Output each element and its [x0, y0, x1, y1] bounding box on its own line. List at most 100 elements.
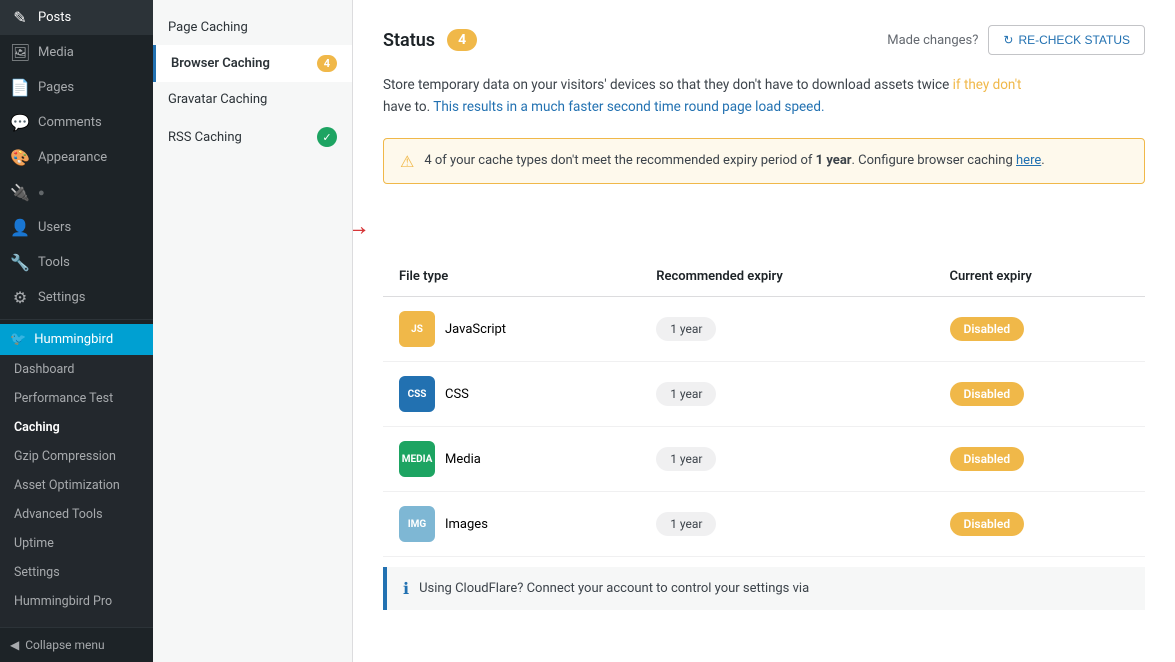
- col-rec-expiry: Recommended expiry: [640, 257, 933, 297]
- hb-menu-item-caching[interactable]: Caching: [0, 413, 153, 442]
- sidebar-item-label: Posts: [38, 10, 71, 25]
- current-expiry-cell-js: Disabled: [934, 297, 1146, 362]
- file-type-cell-js: JS JavaScript: [383, 297, 640, 362]
- red-arrow: →: [353, 209, 371, 242]
- hb-menu-item-gzip[interactable]: Gzip Compression: [0, 442, 153, 471]
- description-text: Store temporary data on your visitors' d…: [383, 75, 1145, 118]
- sidebar-item-label: Media: [38, 45, 74, 60]
- rec-expiry-cell-media: 1 year: [640, 427, 933, 492]
- sidebar-item-plugins[interactable]: 🔌 ●: [0, 175, 153, 210]
- comments-icon: 💬: [10, 113, 30, 132]
- made-changes-text: Made changes?: [887, 33, 978, 48]
- sub-nav-browser-caching[interactable]: Browser Caching 4: [153, 45, 352, 82]
- tools-icon: 🔧: [10, 253, 30, 272]
- sidebar-item-users[interactable]: 👤 Users: [0, 210, 153, 245]
- current-expiry-pill-img: Disabled: [950, 512, 1025, 536]
- hb-menu-item-advanced-tools[interactable]: Advanced Tools: [0, 500, 153, 529]
- sidebar-item-settings[interactable]: ⚙ Settings: [0, 280, 153, 315]
- desc-highlight: if they don't: [953, 77, 1022, 93]
- sidebar-item-appearance[interactable]: 🎨 Appearance: [0, 140, 153, 175]
- file-label-img: Images: [445, 517, 488, 532]
- wp-admin-sidebar: ✎ Posts 🖼 Media 📄 Pages 💬 Comments 🎨 App…: [0, 0, 153, 662]
- rec-expiry-pill-img: 1 year: [656, 512, 716, 536]
- file-label-css: CSS: [445, 387, 469, 402]
- sidebar-item-pages[interactable]: 📄 Pages: [0, 70, 153, 105]
- hummingbird-submenu: Dashboard Performance Test Caching Gzip …: [0, 355, 153, 627]
- rec-expiry-cell-js: 1 year: [640, 297, 933, 362]
- hb-menu-item-pro[interactable]: Hummingbird Pro: [0, 587, 153, 616]
- current-expiry-cell-img: Disabled: [934, 492, 1146, 557]
- sidebar-item-posts[interactable]: ✎ Posts: [0, 0, 153, 35]
- hummingbird-icon: 🐦: [10, 332, 26, 347]
- status-label: Status: [383, 30, 435, 51]
- hb-menu-item-uptime[interactable]: Uptime: [0, 529, 153, 558]
- recheck-button[interactable]: ↻ RE-CHECK STATUS: [988, 25, 1145, 55]
- hb-menu-item-dashboard[interactable]: Dashboard: [0, 355, 153, 384]
- plugins-icon: 🔌: [10, 183, 30, 202]
- collapse-menu[interactable]: ◀ Collapse menu: [0, 627, 153, 662]
- cloudflare-notice: ℹ Using CloudFlare? Connect your account…: [383, 567, 1145, 610]
- hummingbird-label: Hummingbird: [34, 332, 113, 347]
- status-bar: Status 4 Made changes? ↻ RE-CHECK STATUS: [383, 25, 1145, 55]
- sidebar-item-hummingbird[interactable]: 🐦 Hummingbird: [0, 324, 153, 355]
- file-icon-css: CSS: [399, 376, 435, 412]
- desc-text-after: have to.: [383, 99, 433, 115]
- current-expiry-pill-media: Disabled: [950, 447, 1025, 471]
- sidebar-item-label: Comments: [38, 115, 102, 130]
- current-expiry-pill-css: Disabled: [950, 382, 1025, 406]
- main-content: Status 4 Made changes? ↻ RE-CHECK STATUS…: [353, 0, 1175, 662]
- current-expiry-cell-media: Disabled: [934, 427, 1146, 492]
- desc-text-before: Store temporary data on your visitors' d…: [383, 77, 953, 93]
- col-current-expiry: Current expiry: [934, 257, 1146, 297]
- recheck-icon: ↻: [1003, 33, 1013, 47]
- hb-menu-item-settings[interactable]: Settings: [0, 558, 153, 587]
- rec-expiry-cell-img: 1 year: [640, 492, 933, 557]
- warning-text: 4 of your cache types don't meet the rec…: [424, 151, 1044, 171]
- users-icon: 👤: [10, 218, 30, 237]
- arrow-decoration: →: [383, 209, 1145, 242]
- hb-menu-item-asset-opt[interactable]: Asset Optimization: [0, 471, 153, 500]
- file-icon-js: JS: [399, 311, 435, 347]
- posts-icon: ✎: [10, 8, 30, 27]
- sidebar-item-comments[interactable]: 💬 Comments: [0, 105, 153, 140]
- file-type-cell-img: IMG Images: [383, 492, 640, 557]
- media-icon: 🖼: [10, 43, 30, 62]
- warning-box: ⚠ 4 of your cache types don't meet the r…: [383, 138, 1145, 184]
- col-file-type: File type: [383, 257, 640, 297]
- sub-nav-page-caching[interactable]: Page Caching: [153, 10, 352, 45]
- status-count-badge: 4: [447, 29, 477, 51]
- desc-second-line: This results in a much faster second tim…: [433, 99, 824, 115]
- sidebar-item-label: Users: [38, 220, 71, 235]
- sub-nav-gravatar-caching[interactable]: Gravatar Caching: [153, 82, 352, 117]
- rec-expiry-pill-js: 1 year: [656, 317, 716, 341]
- current-expiry-pill-js: Disabled: [950, 317, 1025, 341]
- file-type-cell-css: CSS CSS: [383, 362, 640, 427]
- caching-sub-nav: Page Caching Browser Caching 4 Gravatar …: [153, 0, 353, 662]
- file-label-js: JavaScript: [445, 322, 506, 337]
- settings-icon: ⚙: [10, 288, 30, 307]
- sidebar-item-label: Tools: [38, 255, 70, 270]
- rec-expiry-pill-css: 1 year: [656, 382, 716, 406]
- status-left: Status 4: [383, 29, 477, 51]
- sidebar-item-label: Pages: [38, 80, 74, 95]
- rec-expiry-pill-media: 1 year: [656, 447, 716, 471]
- sidebar-item-media[interactable]: 🖼 Media: [0, 35, 153, 70]
- sub-nav-rss-caching[interactable]: RSS Caching ✓: [153, 117, 352, 157]
- hb-menu-item-performance[interactable]: Performance Test: [0, 384, 153, 413]
- cloudflare-text: Using CloudFlare? Connect your account t…: [419, 581, 809, 596]
- browser-caching-badge: 4: [317, 55, 337, 72]
- pages-icon: 📄: [10, 78, 30, 97]
- file-type-table: File type Recommended expiry Current exp…: [383, 257, 1145, 557]
- appearance-icon: 🎨: [10, 148, 30, 167]
- status-right: Made changes? ↻ RE-CHECK STATUS: [887, 25, 1145, 55]
- collapse-icon: ◀: [10, 638, 19, 652]
- sidebar-item-label: Settings: [38, 290, 85, 305]
- rss-caching-check: ✓: [317, 127, 337, 147]
- rec-expiry-cell-css: 1 year: [640, 362, 933, 427]
- sidebar-item-tools[interactable]: 🔧 Tools: [0, 245, 153, 280]
- file-icon-media: MEDIA: [399, 441, 435, 477]
- sidebar-item-label: ●: [38, 186, 45, 199]
- warning-link[interactable]: here: [1016, 153, 1041, 168]
- table-row: CSS CSS 1 year Disabled: [383, 362, 1145, 427]
- cloudflare-info-icon: ℹ: [403, 579, 409, 598]
